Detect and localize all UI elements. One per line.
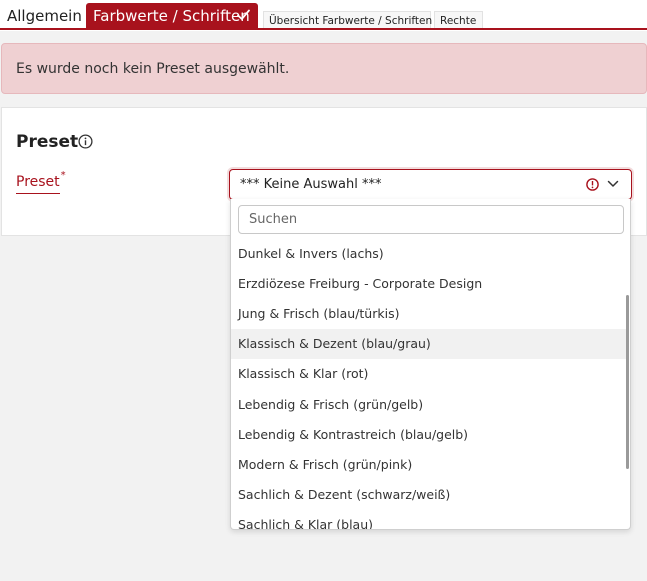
required-marker: * (60, 170, 66, 181)
dropdown-option[interactable]: Modern & Frisch (grün/pink) (231, 450, 626, 480)
dropdown-option[interactable]: Dunkel & Invers (lachs) (231, 239, 626, 269)
preset-dropdown: Dunkel & Invers (lachs) Erzdiözese Freib… (230, 199, 631, 530)
dropdown-option[interactable]: Lebendig & Frisch (grün/gelb) (231, 390, 626, 420)
tab-allgemein[interactable]: Allgemein (0, 3, 83, 29)
tab-farbwerte-schriften[interactable]: Farbwerte / Schriften (86, 3, 258, 29)
info-icon[interactable] (78, 134, 93, 149)
dropdown-option[interactable]: Erzdiözese Freiburg - Corporate Design (231, 269, 626, 299)
tab-bar-underline (0, 28, 647, 30)
check-icon (237, 9, 250, 20)
preset-field-label: Preset * (16, 170, 66, 194)
tab-farbwerte-label: Farbwerte / Schriften (93, 7, 250, 25)
dropdown-option[interactable]: Jung & Frisch (blau/türkis) (231, 299, 626, 329)
dropdown-scrollbar[interactable] (626, 295, 629, 469)
chevron-down-icon[interactable] (607, 179, 619, 189)
tab-rechte[interactable]: Rechte (434, 11, 483, 29)
preset-select[interactable]: *** Keine Auswahl *** (229, 169, 632, 200)
dropdown-option[interactable]: Klassisch & Klar (rot) (231, 359, 626, 389)
tab-bar: Allgemein Farbwerte / Schriften Übersich… (0, 0, 647, 31)
no-preset-alert: Es wurde noch kein Preset ausgewählt. (1, 43, 647, 94)
section-title: Preset (16, 132, 79, 152)
dropdown-search-input[interactable] (238, 205, 624, 234)
preset-select-value: *** Keine Auswahl *** (240, 177, 382, 192)
tab-uebersicht-farbwerte[interactable]: Übersicht Farbwerte / Schriften (263, 11, 432, 29)
preset-label-text: Preset (16, 174, 60, 190)
dropdown-option[interactable]: Lebendig & Kontrastreich (blau/gelb) (231, 420, 626, 450)
dropdown-option[interactable]: Sachlich & Dezent (schwarz/weiß) (231, 480, 626, 510)
dropdown-option-hovered[interactable]: Klassisch & Dezent (blau/grau) (231, 329, 626, 359)
dropdown-option[interactable]: Sachlich & Klar (blau) (231, 510, 626, 529)
warning-circle-icon (586, 178, 599, 191)
